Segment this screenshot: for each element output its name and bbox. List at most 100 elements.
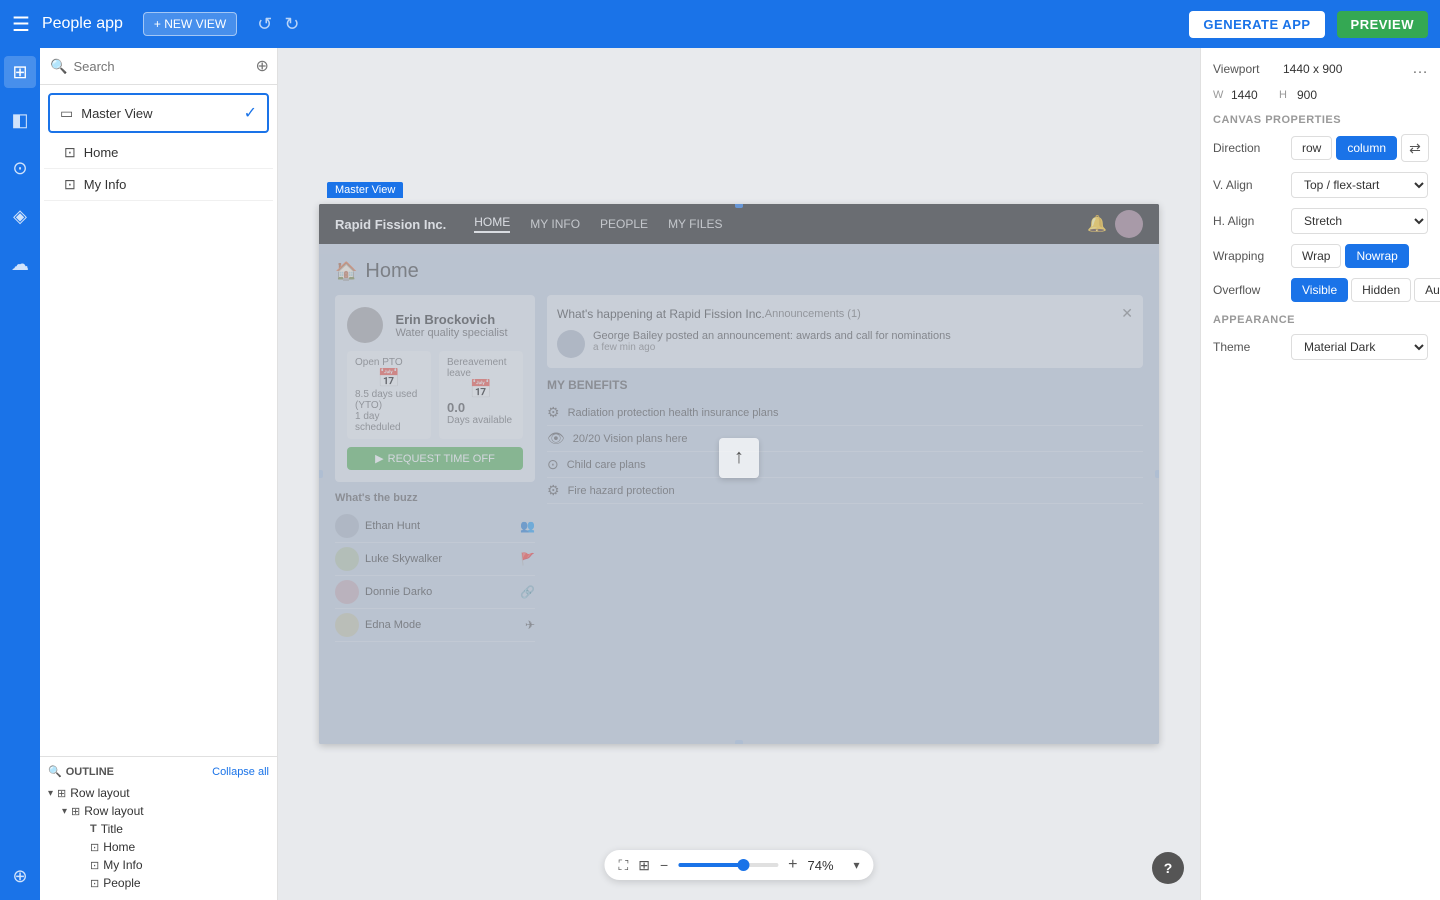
master-view-item[interactable]: ▭ Master View ✓ (48, 93, 269, 133)
buzz-name-4: Edna Mode (365, 619, 519, 631)
layers-icon[interactable]: ⊕ (4, 860, 36, 892)
direction-swap-icon[interactable]: ⇄ (1401, 134, 1429, 162)
request-time-off-button[interactable]: ▶ REQUEST TIME OFF (347, 447, 523, 470)
h-value: 900 (1297, 88, 1337, 102)
benefit-label-2: 20/20 Vision plans here (573, 433, 1143, 445)
benefit-item-3: ⊙ Child care plans (547, 452, 1143, 478)
title-text-icon: T (90, 823, 97, 835)
menu-icon[interactable]: ☰ (12, 12, 30, 37)
add-view-icon[interactable]: ⊕ (255, 56, 268, 76)
profile-role: Water quality specialist (395, 327, 507, 339)
theme-select[interactable]: Material Dark (1291, 334, 1428, 360)
upload-icon-box: ↑ (719, 438, 759, 478)
app-title: People app (42, 15, 123, 33)
valign-row: V. Align Top / flex-start (1213, 172, 1428, 198)
preview-body: 🏠 Home Erin Brockovich Water quality spe… (319, 244, 1159, 744)
preview-nav-people[interactable]: PEOPLE (600, 217, 648, 231)
wrapping-label: Wrapping (1213, 249, 1283, 263)
wrapping-control: Wrap Nowrap (1291, 244, 1428, 268)
zoom-minus-icon[interactable]: − (660, 857, 668, 873)
fit-all-icon[interactable]: ⊞ (638, 857, 650, 874)
bereavement-card: Bereavement leave 📅 0.0 Days available (439, 351, 523, 439)
views-panel: ▭ Master View ✓ ⊡ Home ⊡ My Info (40, 85, 277, 756)
buzz-name-1: Ethan Hunt (365, 520, 514, 532)
preview-nav-icons: 🔔 (1087, 210, 1143, 238)
fit-screen-icon[interactable]: ⛶ (618, 857, 628, 874)
days-scheduled-label: 1 day scheduled (355, 411, 423, 433)
data-icon[interactable]: ⊙ (4, 152, 36, 184)
outline-panel: 🔍 OUTLINE Collapse all ▾ ⊞ Row layout ▾ … (40, 756, 277, 900)
zoom-slider-thumb[interactable] (737, 859, 749, 871)
zoom-slider-fill (678, 863, 743, 867)
outline-title: 🔍 OUTLINE (48, 765, 114, 778)
bell-icon[interactable]: 🔔 (1087, 214, 1107, 234)
new-view-button[interactable]: + NEW VIEW (143, 12, 237, 36)
search-icon: 🔍 (50, 58, 67, 75)
halign-control: Stretch (1291, 208, 1428, 234)
top-bar: ☰ People app + NEW VIEW ↺ ↻ GENERATE APP… (0, 0, 1440, 48)
outline-people-item[interactable]: ⊡ People (48, 874, 269, 892)
home-view-icon: ⊡ (64, 144, 76, 161)
hidden-button[interactable]: Hidden (1351, 278, 1411, 302)
preview-right-col: What's happening at Rapid Fission Inc. A… (547, 295, 1143, 713)
outline-row-layout-2[interactable]: ▾ ⊞ Row layout (48, 802, 269, 820)
visible-button[interactable]: Visible (1291, 278, 1348, 302)
chevron-down-icon-2: ▾ (62, 806, 67, 817)
ann-time: a few min ago (593, 342, 951, 353)
row-button[interactable]: row (1291, 136, 1332, 160)
outline-home-item[interactable]: ⊡ Home (48, 838, 269, 856)
outline-myinfo-item[interactable]: ⊡ My Info (48, 856, 269, 874)
valign-select[interactable]: Top / flex-start (1291, 172, 1428, 198)
redo-icon[interactable]: ↻ (284, 14, 299, 35)
home-icon: 🏠 (335, 261, 357, 282)
preview-nav-myinfo[interactable]: MY INFO (530, 217, 580, 231)
buzz-icon-3: 🔗 (520, 585, 535, 599)
column-button[interactable]: column (1336, 136, 1397, 160)
height-field: H 900 (1279, 88, 1337, 102)
benefit-item-2: 👁 20/20 Vision plans here (547, 426, 1143, 452)
preview-nav-home[interactable]: HOME (474, 215, 510, 233)
generate-app-button[interactable]: GENERATE APP (1189, 11, 1324, 38)
benefit-label-1: Radiation protection health insurance pl… (568, 407, 1143, 419)
components-icon[interactable]: ⊞ (4, 56, 36, 88)
preview-nav-myfiles[interactable]: MY FILES (668, 217, 722, 231)
theme-label: Theme (1213, 340, 1283, 354)
pages-icon[interactable]: ◧ (4, 104, 36, 136)
benefit-item-4: ⚙ Fire hazard protection (547, 478, 1143, 504)
ann-close-icon[interactable]: ✕ (1121, 305, 1133, 322)
buzz-item-4: Edna Mode ✈ (335, 609, 535, 642)
outline-tree: ▾ ⊞ Row layout ▾ ⊞ Row layout T Title (48, 784, 269, 892)
preview-navbar: Rapid Fission Inc. HOME MY INFO PEOPLE M… (319, 204, 1159, 244)
plugins-icon[interactable]: ☁ (4, 248, 36, 280)
right-panel: Viewport 1440 x 900 … W 1440 H 900 CANVA… (1200, 48, 1440, 900)
outline-row-layout-1[interactable]: ▾ ⊞ Row layout (48, 784, 269, 802)
halign-select[interactable]: Stretch (1291, 208, 1428, 234)
benefit-label-4: Fire hazard protection (568, 485, 1143, 497)
resize-handle-top[interactable] (735, 204, 743, 208)
home-view-item[interactable]: ⊡ Home (44, 137, 273, 169)
buzz-avatar-3 (335, 580, 359, 604)
viewport-more-icon[interactable]: … (1412, 60, 1428, 78)
preview-frame-wrapper: Master View Rapid Fission Inc. HOME MY I… (319, 204, 1159, 744)
overflow-label: Overflow (1213, 283, 1283, 297)
collapse-all-button[interactable]: Collapse all (212, 766, 269, 778)
myinfo-view-item[interactable]: ⊡ My Info (44, 169, 273, 201)
ann-avatar (557, 330, 585, 358)
outline-title-item[interactable]: T Title (48, 820, 269, 838)
search-input[interactable] (73, 59, 249, 74)
help-button[interactable]: ? (1152, 852, 1184, 884)
undo-icon[interactable]: ↺ (257, 14, 272, 35)
zoom-plus-icon[interactable]: + (788, 856, 797, 874)
master-view-tag: Master View (327, 182, 403, 198)
canvas-properties-title: CANVAS PROPERTIES (1213, 114, 1428, 126)
ann-text: George Bailey posted an announcement: aw… (593, 330, 951, 342)
benefits-section: MY BENEFITS ⚙ Radiation protection healt… (547, 378, 1143, 504)
outline-header: 🔍 OUTLINE Collapse all (48, 765, 269, 778)
wrap-button[interactable]: Wrap (1291, 244, 1341, 268)
auto-button[interactable]: Auto (1414, 278, 1440, 302)
zoom-slider-track[interactable] (678, 863, 778, 867)
zoom-chevron-icon[interactable]: ▾ (854, 858, 860, 872)
nowrap-button[interactable]: Nowrap (1345, 244, 1408, 268)
preview-button[interactable]: PREVIEW (1337, 11, 1428, 38)
settings-icon[interactable]: ◈ (4, 200, 36, 232)
